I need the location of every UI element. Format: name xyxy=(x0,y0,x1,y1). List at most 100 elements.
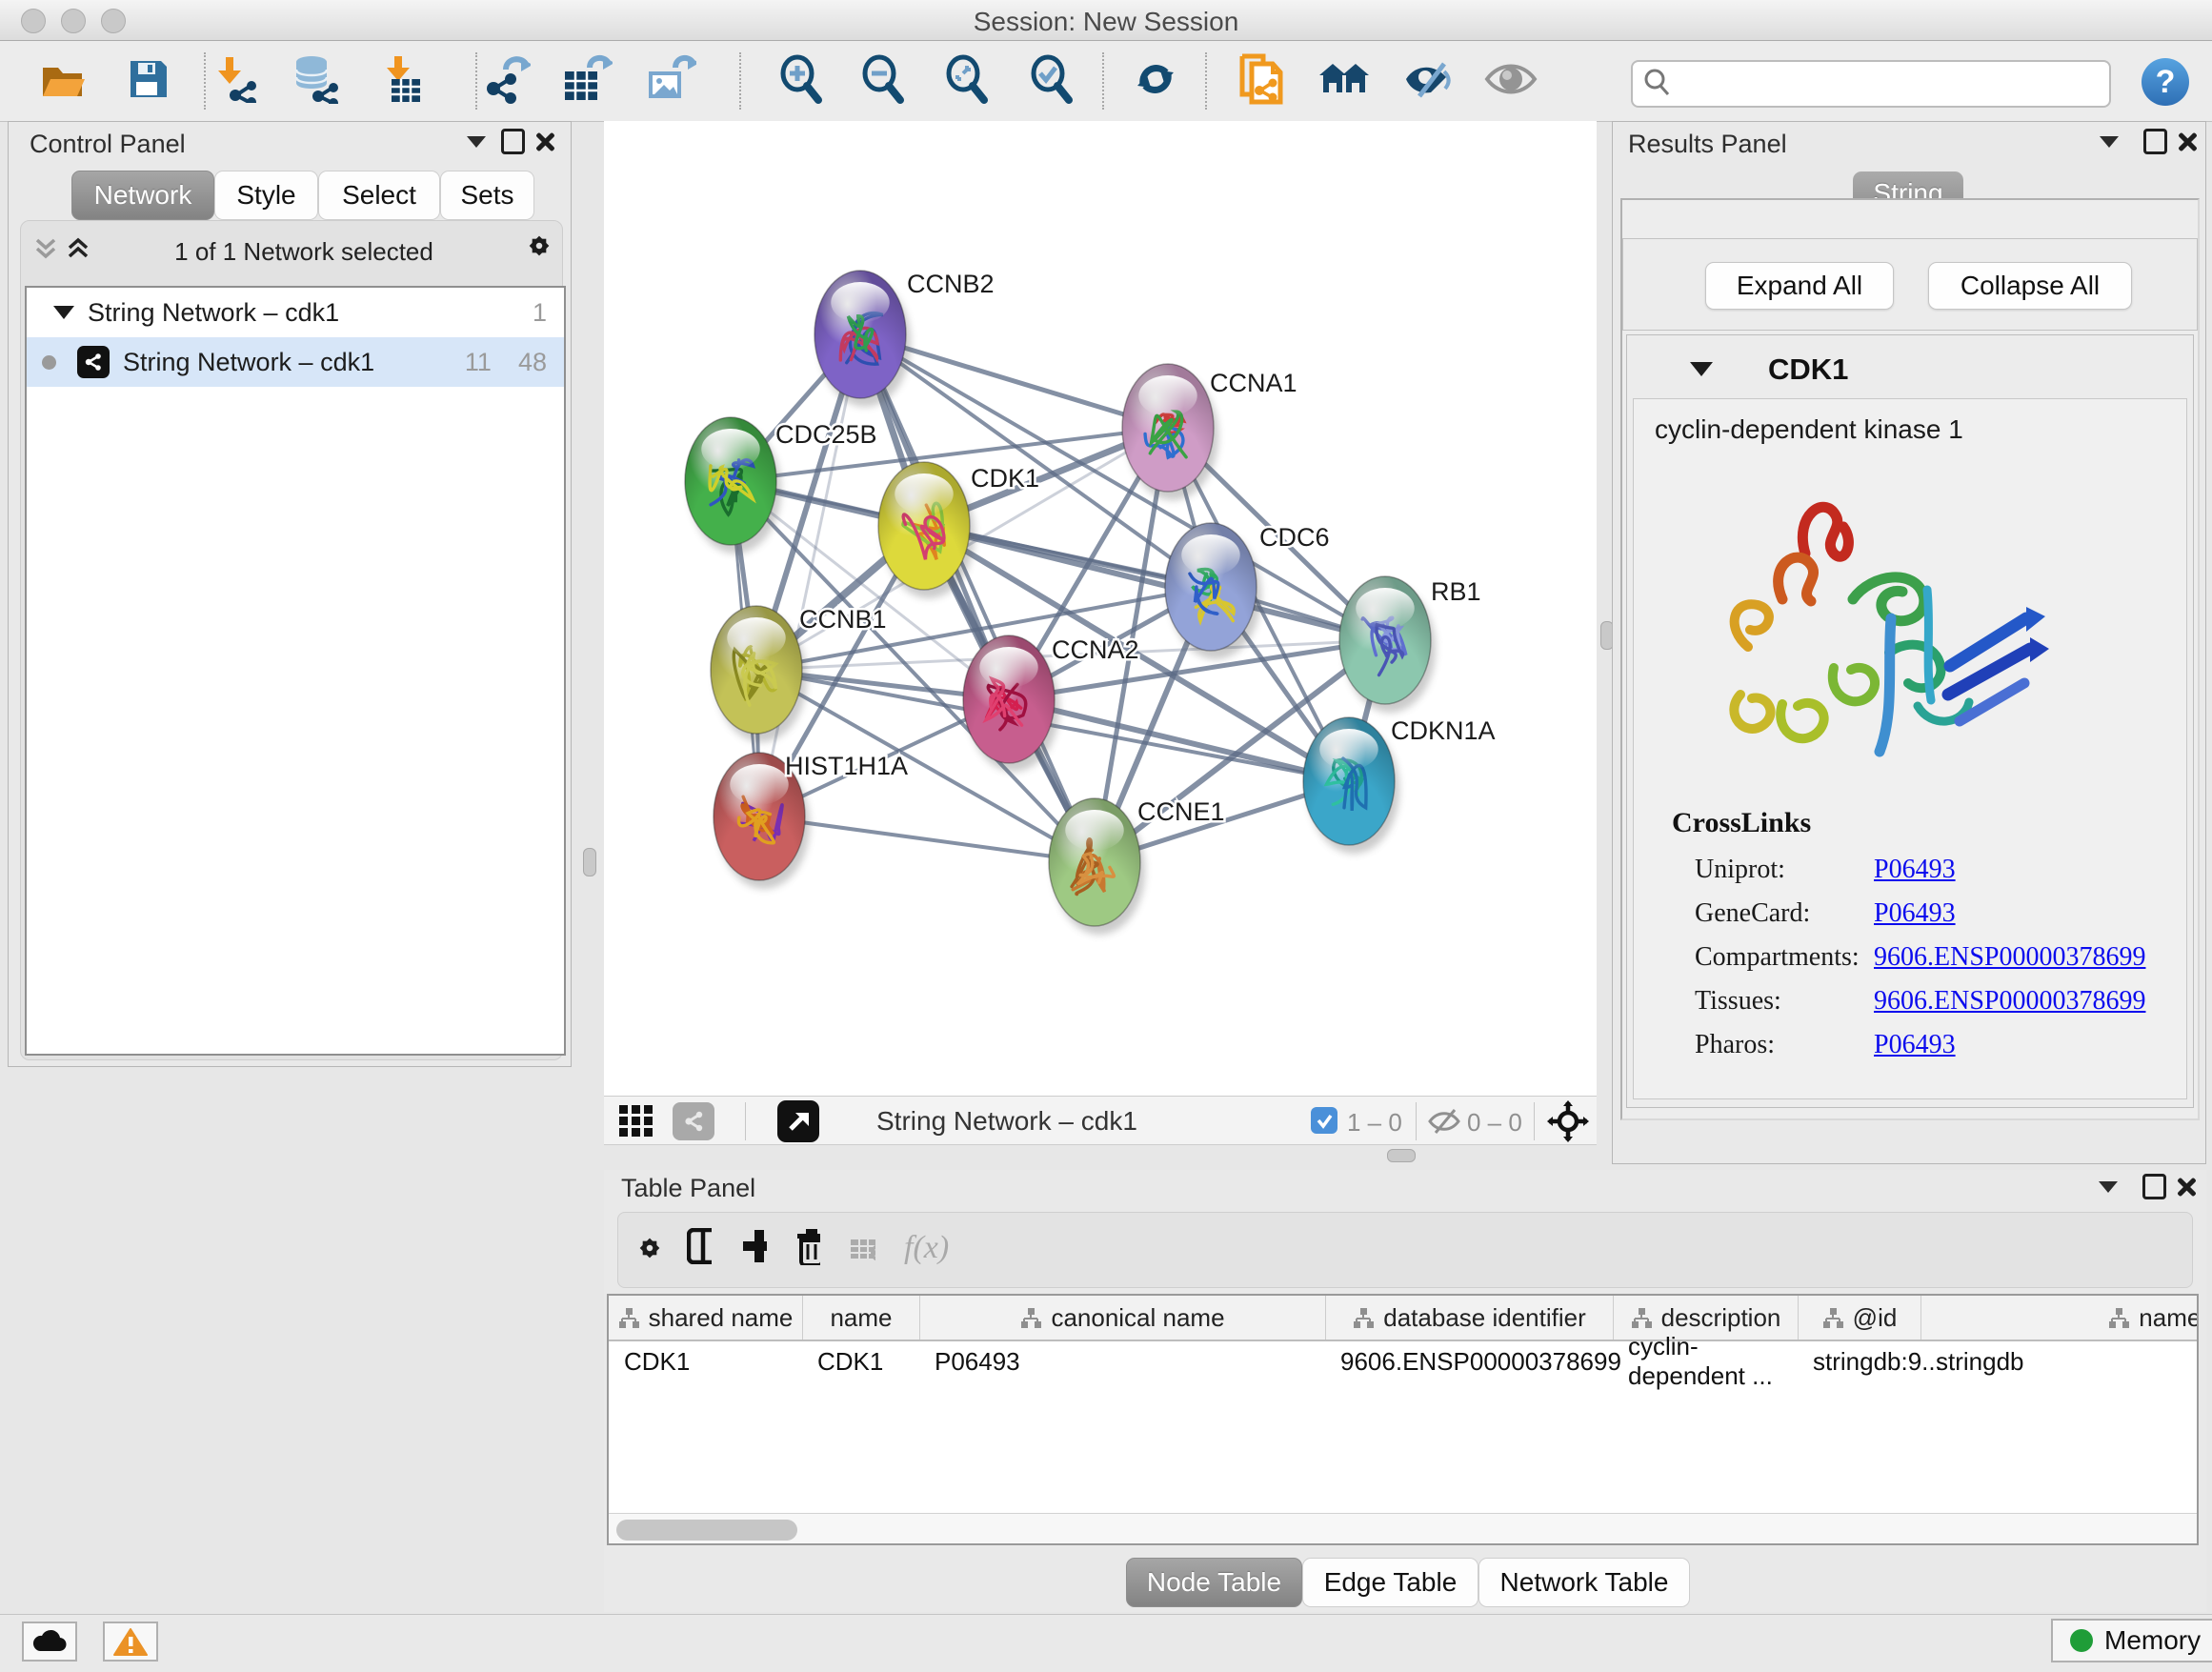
column-header-namespace[interactable]: namespace xyxy=(1920,1296,2199,1340)
zoom-in-button[interactable] xyxy=(775,56,825,106)
node-label-CDK1: CDK1 xyxy=(971,464,1039,493)
memory-label: Memory xyxy=(2104,1625,2201,1656)
import-network-database-button[interactable] xyxy=(291,56,340,106)
search-input[interactable] xyxy=(1680,69,2109,100)
grid-view-button[interactable] xyxy=(619,1105,657,1142)
column-header-shared-name[interactable]: shared name xyxy=(609,1296,802,1340)
delete-column-button[interactable] xyxy=(795,1234,820,1259)
pan-mode-button[interactable] xyxy=(1547,1100,1589,1147)
import-network-file-button[interactable] xyxy=(211,56,261,106)
cell-description[interactable]: cyclin-dependent ... xyxy=(1613,1341,1798,1381)
cloud-status-button[interactable] xyxy=(22,1622,77,1662)
node-CCNB2[interactable] xyxy=(814,271,911,407)
tab-node-table[interactable]: Node Table xyxy=(1126,1558,1302,1607)
node-label-CCNE1: CCNE1 xyxy=(1137,797,1225,826)
results-panel-collapse-button[interactable] xyxy=(2097,130,2122,154)
bottom-splitter-handle[interactable] xyxy=(1387,1149,1416,1162)
cell-name[interactable]: CDK1 xyxy=(802,1341,919,1381)
export-table-button[interactable] xyxy=(562,56,612,106)
import-table-file-button[interactable] xyxy=(377,56,427,106)
node-CCNB1[interactable] xyxy=(711,606,807,742)
network-options-gear-button[interactable] xyxy=(527,233,552,258)
apply-layout-button[interactable] xyxy=(1131,56,1180,106)
clone-network-button[interactable] xyxy=(1235,56,1284,106)
table-panel-float-button[interactable] xyxy=(2142,1174,2166,1199)
export-image-button[interactable] xyxy=(646,56,695,106)
column-header-database-identifier[interactable]: database identifier xyxy=(1325,1296,1613,1340)
birds-eye-view-button[interactable] xyxy=(777,1100,819,1142)
expand-all-networks-button[interactable] xyxy=(66,236,90,261)
cell-shared-name[interactable]: CDK1 xyxy=(609,1341,802,1381)
edge-CCNB2-CCNE1[interactable] xyxy=(860,334,1095,862)
network-view-mode-button[interactable] xyxy=(673,1102,714,1140)
node-CDC6[interactable] xyxy=(1165,523,1261,659)
warning-status-button[interactable] xyxy=(103,1622,158,1662)
column-header-id[interactable]: @id xyxy=(1798,1296,1920,1340)
table-panel-collapse-button[interactable] xyxy=(2096,1175,2121,1199)
node-CCNE1[interactable] xyxy=(1049,798,1145,935)
hide-selected-button[interactable] xyxy=(1403,56,1453,106)
toolbar-divider xyxy=(1534,1102,1535,1140)
zoom-selected-button[interactable] xyxy=(1026,56,1076,106)
table-panel-close-button[interactable] xyxy=(2174,1175,2199,1199)
cell-id[interactable]: stringdb:9... xyxy=(1798,1341,1920,1381)
zoom-fit-button[interactable] xyxy=(941,56,991,106)
results-panel-close-button[interactable] xyxy=(2175,130,2200,154)
crosslink-label: GeneCard: xyxy=(1695,898,1810,929)
crosslink-tissues-link[interactable]: 9606.ENSP00000378699 xyxy=(1874,986,2145,1017)
tab-select[interactable]: Select xyxy=(318,171,440,220)
collapse-all-networks-button[interactable] xyxy=(33,236,58,261)
crosslink-genecard-link[interactable]: P06493 xyxy=(1874,898,1956,929)
cell-namespace[interactable]: stringdb xyxy=(1920,1341,2197,1381)
show-columns-button[interactable] xyxy=(687,1234,712,1259)
show-all-button[interactable] xyxy=(1486,56,1536,106)
save-session-button[interactable] xyxy=(124,56,173,106)
memory-button[interactable]: Memory xyxy=(2051,1619,2212,1662)
protein-structure-image xyxy=(1691,466,2072,790)
horizontal-scrollbar[interactable] xyxy=(609,1513,2197,1545)
tab-style[interactable]: Style xyxy=(214,171,318,220)
network-row-selected[interactable]: String Network – cdk1 11 48 xyxy=(27,337,564,387)
first-neighbors-button[interactable] xyxy=(1319,56,1369,106)
left-splitter-handle[interactable] xyxy=(583,848,596,876)
node-RB1[interactable] xyxy=(1339,576,1436,713)
network-canvas[interactable]: CCNB2CCNA1CDC25BCDK1CDC6RB1CCNB1CCNA2CDK… xyxy=(604,121,1597,1096)
crosslink-uniprot-link[interactable]: P06493 xyxy=(1874,855,1956,885)
open-session-button[interactable] xyxy=(38,56,88,106)
table-row[interactable]: CDK1 CDK1 P06493 9606.ENSP00000378699 cy… xyxy=(609,1341,2197,1381)
tree-expand-icon[interactable] xyxy=(53,306,74,319)
help-button[interactable]: ? xyxy=(2142,58,2189,106)
tab-network[interactable]: Network xyxy=(71,171,214,220)
expand-all-button[interactable]: Expand All xyxy=(1705,262,1894,310)
scrollbar-thumb[interactable] xyxy=(616,1520,797,1541)
node-CDKN1A[interactable] xyxy=(1303,717,1399,854)
edge-CCNB2-HIST1H1A[interactable] xyxy=(759,334,860,816)
cell-database-identifier[interactable]: 9606.ENSP00000378699 xyxy=(1325,1341,1613,1381)
crosslink-compartments-link[interactable]: 9606.ENSP00000378699 xyxy=(1874,942,2145,973)
control-panel-close-button[interactable] xyxy=(533,130,557,154)
tab-edge-table[interactable]: Edge Table xyxy=(1302,1558,1478,1607)
cell-canonical-name[interactable]: P06493 xyxy=(919,1341,1325,1381)
crosslink-pharos-link[interactable]: P06493 xyxy=(1874,1030,1956,1060)
results-panel-float-button[interactable] xyxy=(2142,129,2167,153)
collapse-all-button[interactable]: Collapse All xyxy=(1928,262,2132,310)
network-graph[interactable]: CCNB2CCNA1CDC25BCDK1CDC6RB1CCNB1CCNA2CDK… xyxy=(604,121,1597,1096)
control-panel-float-button[interactable] xyxy=(500,129,525,153)
tab-sets[interactable]: Sets xyxy=(440,171,534,220)
chevron-down-icon xyxy=(2100,136,2119,148)
control-panel-collapse-button[interactable] xyxy=(464,130,489,154)
table-options-gear-button[interactable] xyxy=(637,1236,662,1260)
selected-indicator-checkbox[interactable] xyxy=(1311,1107,1337,1134)
zoom-out-button[interactable] xyxy=(857,56,907,106)
tab-network-table[interactable]: Network Table xyxy=(1478,1558,1690,1607)
column-header-name[interactable]: name xyxy=(802,1296,919,1340)
export-network-button[interactable] xyxy=(481,56,531,106)
toolbar-separator xyxy=(739,52,741,110)
entry-collapse-icon[interactable] xyxy=(1690,362,1713,376)
column-header-canonical-name[interactable]: canonical name xyxy=(919,1296,1325,1340)
share-icon xyxy=(682,1110,705,1133)
add-column-button[interactable] xyxy=(742,1234,767,1259)
crosslink-label: Pharos: xyxy=(1695,1030,1775,1060)
crosslink-label: Tissues: xyxy=(1695,986,1781,1017)
network-collection-row[interactable]: String Network – cdk1 1 xyxy=(27,288,564,337)
